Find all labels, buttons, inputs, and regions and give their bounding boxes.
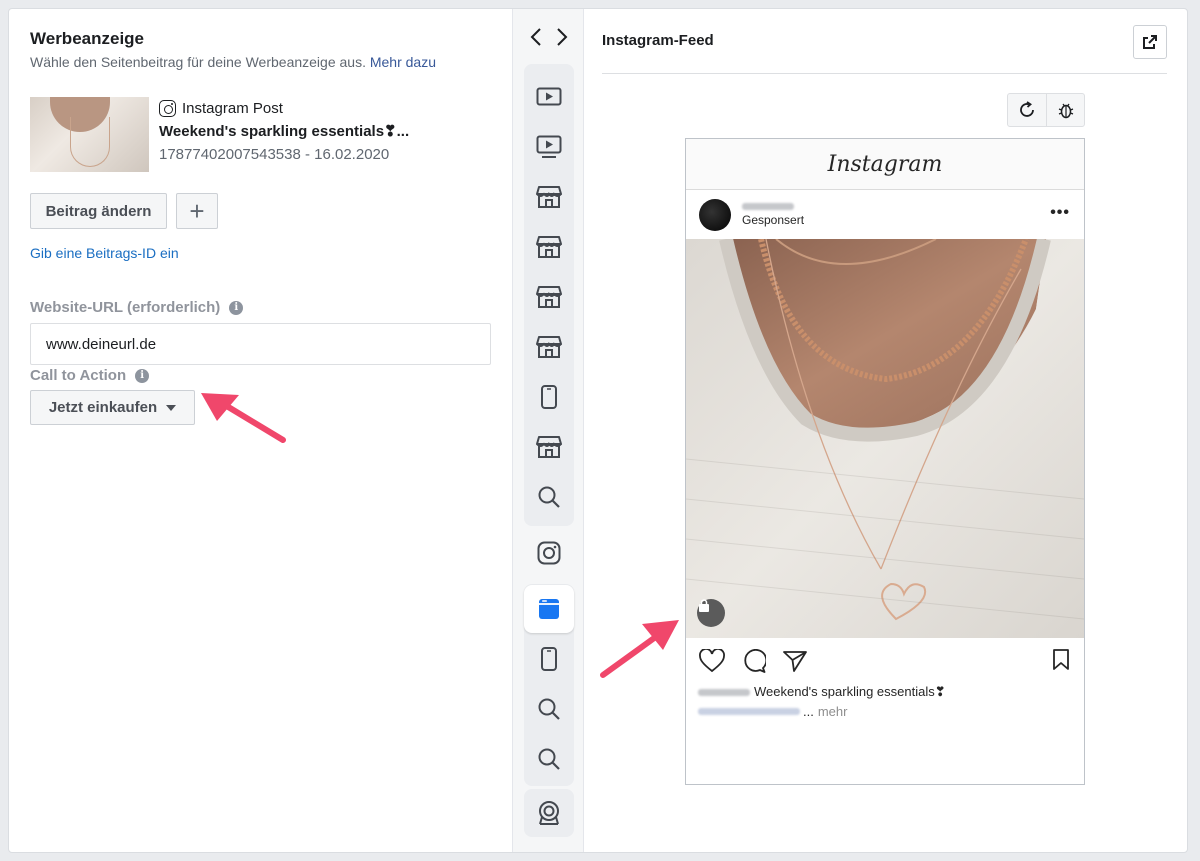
blurred-username bbox=[698, 688, 750, 696]
search-icon bbox=[538, 698, 560, 720]
placement-instagram-search[interactable] bbox=[524, 735, 574, 783]
post-header: Gesponsert ••• bbox=[686, 190, 1084, 239]
search-icon bbox=[538, 486, 560, 508]
chevron-left-icon[interactable] bbox=[530, 27, 542, 47]
selected-post[interactable]: Instagram Post Weekend's sparkling essen… bbox=[30, 97, 491, 172]
marketplace-icon bbox=[536, 436, 562, 458]
call-to-action-label-text: Call to Action bbox=[30, 367, 127, 384]
call-to-action-label: Call to Action i bbox=[30, 367, 491, 384]
section-title: Werbeanzeige bbox=[30, 29, 145, 48]
external-link-icon bbox=[1143, 35, 1157, 49]
instagram-feed-preview: Instagram Gesponsert ••• Weekend's spark… bbox=[685, 138, 1085, 785]
instagram-logo: Instagram bbox=[686, 139, 1084, 190]
marketplace-icon bbox=[536, 236, 562, 258]
placement-instagram-profile[interactable] bbox=[524, 529, 574, 577]
blurred-hashtags bbox=[698, 708, 800, 715]
phone-icon bbox=[541, 385, 557, 409]
preview-tools bbox=[1007, 93, 1085, 127]
preview-title: Instagram-Feed bbox=[602, 32, 714, 49]
placement-marketplace[interactable] bbox=[524, 223, 574, 271]
placement-audience-network[interactable] bbox=[524, 789, 574, 837]
post-info: Instagram Post Weekend's sparkling essen… bbox=[159, 97, 409, 172]
placement-video-feed[interactable] bbox=[524, 73, 574, 121]
placement-stories[interactable] bbox=[524, 373, 574, 421]
post-name: Weekend's sparkling essentials❣... bbox=[159, 123, 410, 140]
placement-video-stream[interactable] bbox=[524, 123, 574, 171]
post-type-label: Instagram Post bbox=[182, 100, 283, 117]
call-to-action-dropdown[interactable]: Jetzt einkaufen bbox=[30, 390, 195, 425]
post-caption: Weekend's sparkling essentials❣ bbox=[686, 684, 1084, 700]
shopping-bag-icon[interactable] bbox=[697, 599, 725, 627]
post-image bbox=[686, 239, 1084, 638]
placement-strip bbox=[512, 9, 584, 852]
video-stream-icon bbox=[536, 135, 562, 158]
instagram-icon bbox=[537, 541, 561, 565]
website-url-label: Website-URL (erforderlich) i bbox=[30, 299, 491, 316]
placement-nav bbox=[513, 27, 585, 47]
placement-instagram-feed[interactable] bbox=[524, 585, 574, 633]
bookmark-icon[interactable] bbox=[1052, 649, 1070, 676]
post-thumbnail bbox=[30, 97, 149, 172]
placement-marketplace[interactable] bbox=[524, 273, 574, 321]
placement-instagram-explore[interactable] bbox=[524, 685, 574, 733]
marketplace-icon bbox=[536, 286, 562, 308]
report-bug-button[interactable] bbox=[1046, 94, 1084, 126]
more-info-link[interactable]: Mehr dazu bbox=[370, 54, 436, 70]
enter-post-id-link[interactable]: Gib eine Beitrags-ID ein bbox=[30, 245, 491, 261]
post-meta: 17877402007543538 - 16.02.2020 bbox=[159, 146, 390, 163]
instagram-icon bbox=[159, 100, 176, 117]
info-icon[interactable]: i bbox=[229, 300, 244, 315]
placement-instagram-stories[interactable] bbox=[524, 635, 574, 683]
more-options-icon[interactable]: ••• bbox=[1050, 204, 1070, 222]
bug-icon bbox=[1058, 103, 1073, 119]
heart-icon[interactable] bbox=[699, 649, 725, 673]
blurred-username bbox=[742, 202, 794, 210]
refresh-button[interactable] bbox=[1008, 94, 1046, 126]
instagram-feed-icon bbox=[539, 599, 559, 619]
ad-editor-frame: Werbeanzeige Wähle den Seitenbeitrag für… bbox=[8, 8, 1188, 853]
video-feed-icon bbox=[536, 87, 562, 106]
search-icon bbox=[538, 748, 560, 770]
call-to-action-value: Jetzt einkaufen bbox=[48, 399, 158, 416]
chevron-right-icon[interactable] bbox=[556, 27, 568, 47]
caption-ellipsis: ... bbox=[803, 704, 814, 719]
placement-marketplace[interactable] bbox=[524, 173, 574, 221]
phone-icon bbox=[541, 647, 557, 671]
open-external-button[interactable] bbox=[1133, 25, 1167, 59]
caption-text: Weekend's sparkling essentials❣ bbox=[754, 684, 946, 699]
placement-search[interactable] bbox=[524, 473, 574, 521]
website-url-input[interactable]: www.deineurl.de bbox=[30, 323, 491, 365]
avatar bbox=[699, 198, 731, 231]
divider bbox=[602, 73, 1167, 74]
section-subtitle: Wähle den Seitenbeitrag für deine Werbea… bbox=[30, 54, 491, 70]
audience-network-icon bbox=[539, 801, 559, 825]
share-icon[interactable] bbox=[783, 650, 807, 672]
post-type: Instagram Post bbox=[159, 97, 409, 120]
marketplace-icon bbox=[536, 336, 562, 358]
website-url-label-text: Website-URL (erforderlich) bbox=[30, 299, 221, 316]
subtitle-text: Wähle den Seitenbeitrag für deine Werbea… bbox=[30, 54, 366, 70]
info-icon[interactable]: i bbox=[135, 368, 150, 383]
comment-icon[interactable] bbox=[742, 649, 766, 673]
change-post-button[interactable]: Beitrag ändern bbox=[30, 193, 167, 229]
ad-settings-panel: Werbeanzeige Wähle den Seitenbeitrag für… bbox=[9, 9, 512, 852]
placement-marketplace[interactable] bbox=[524, 423, 574, 471]
placement-marketplace[interactable] bbox=[524, 323, 574, 371]
preview-panel: Instagram-Feed Instagram Gesponsert ••• bbox=[584, 9, 1187, 852]
caption-more-link[interactable]: mehr bbox=[818, 704, 848, 719]
marketplace-icon bbox=[536, 186, 562, 208]
post-caption-continued: ... mehr bbox=[686, 704, 1084, 719]
post-actions bbox=[686, 638, 1084, 684]
post-author: Gesponsert bbox=[742, 202, 805, 227]
necklace-photo bbox=[686, 239, 1084, 638]
add-post-button[interactable]: + bbox=[176, 193, 218, 229]
refresh-icon bbox=[1020, 101, 1034, 117]
post-button-row: Beitrag ändern + bbox=[30, 193, 491, 229]
sponsored-label: Gesponsert bbox=[742, 212, 805, 227]
caret-down-icon bbox=[166, 404, 177, 411]
